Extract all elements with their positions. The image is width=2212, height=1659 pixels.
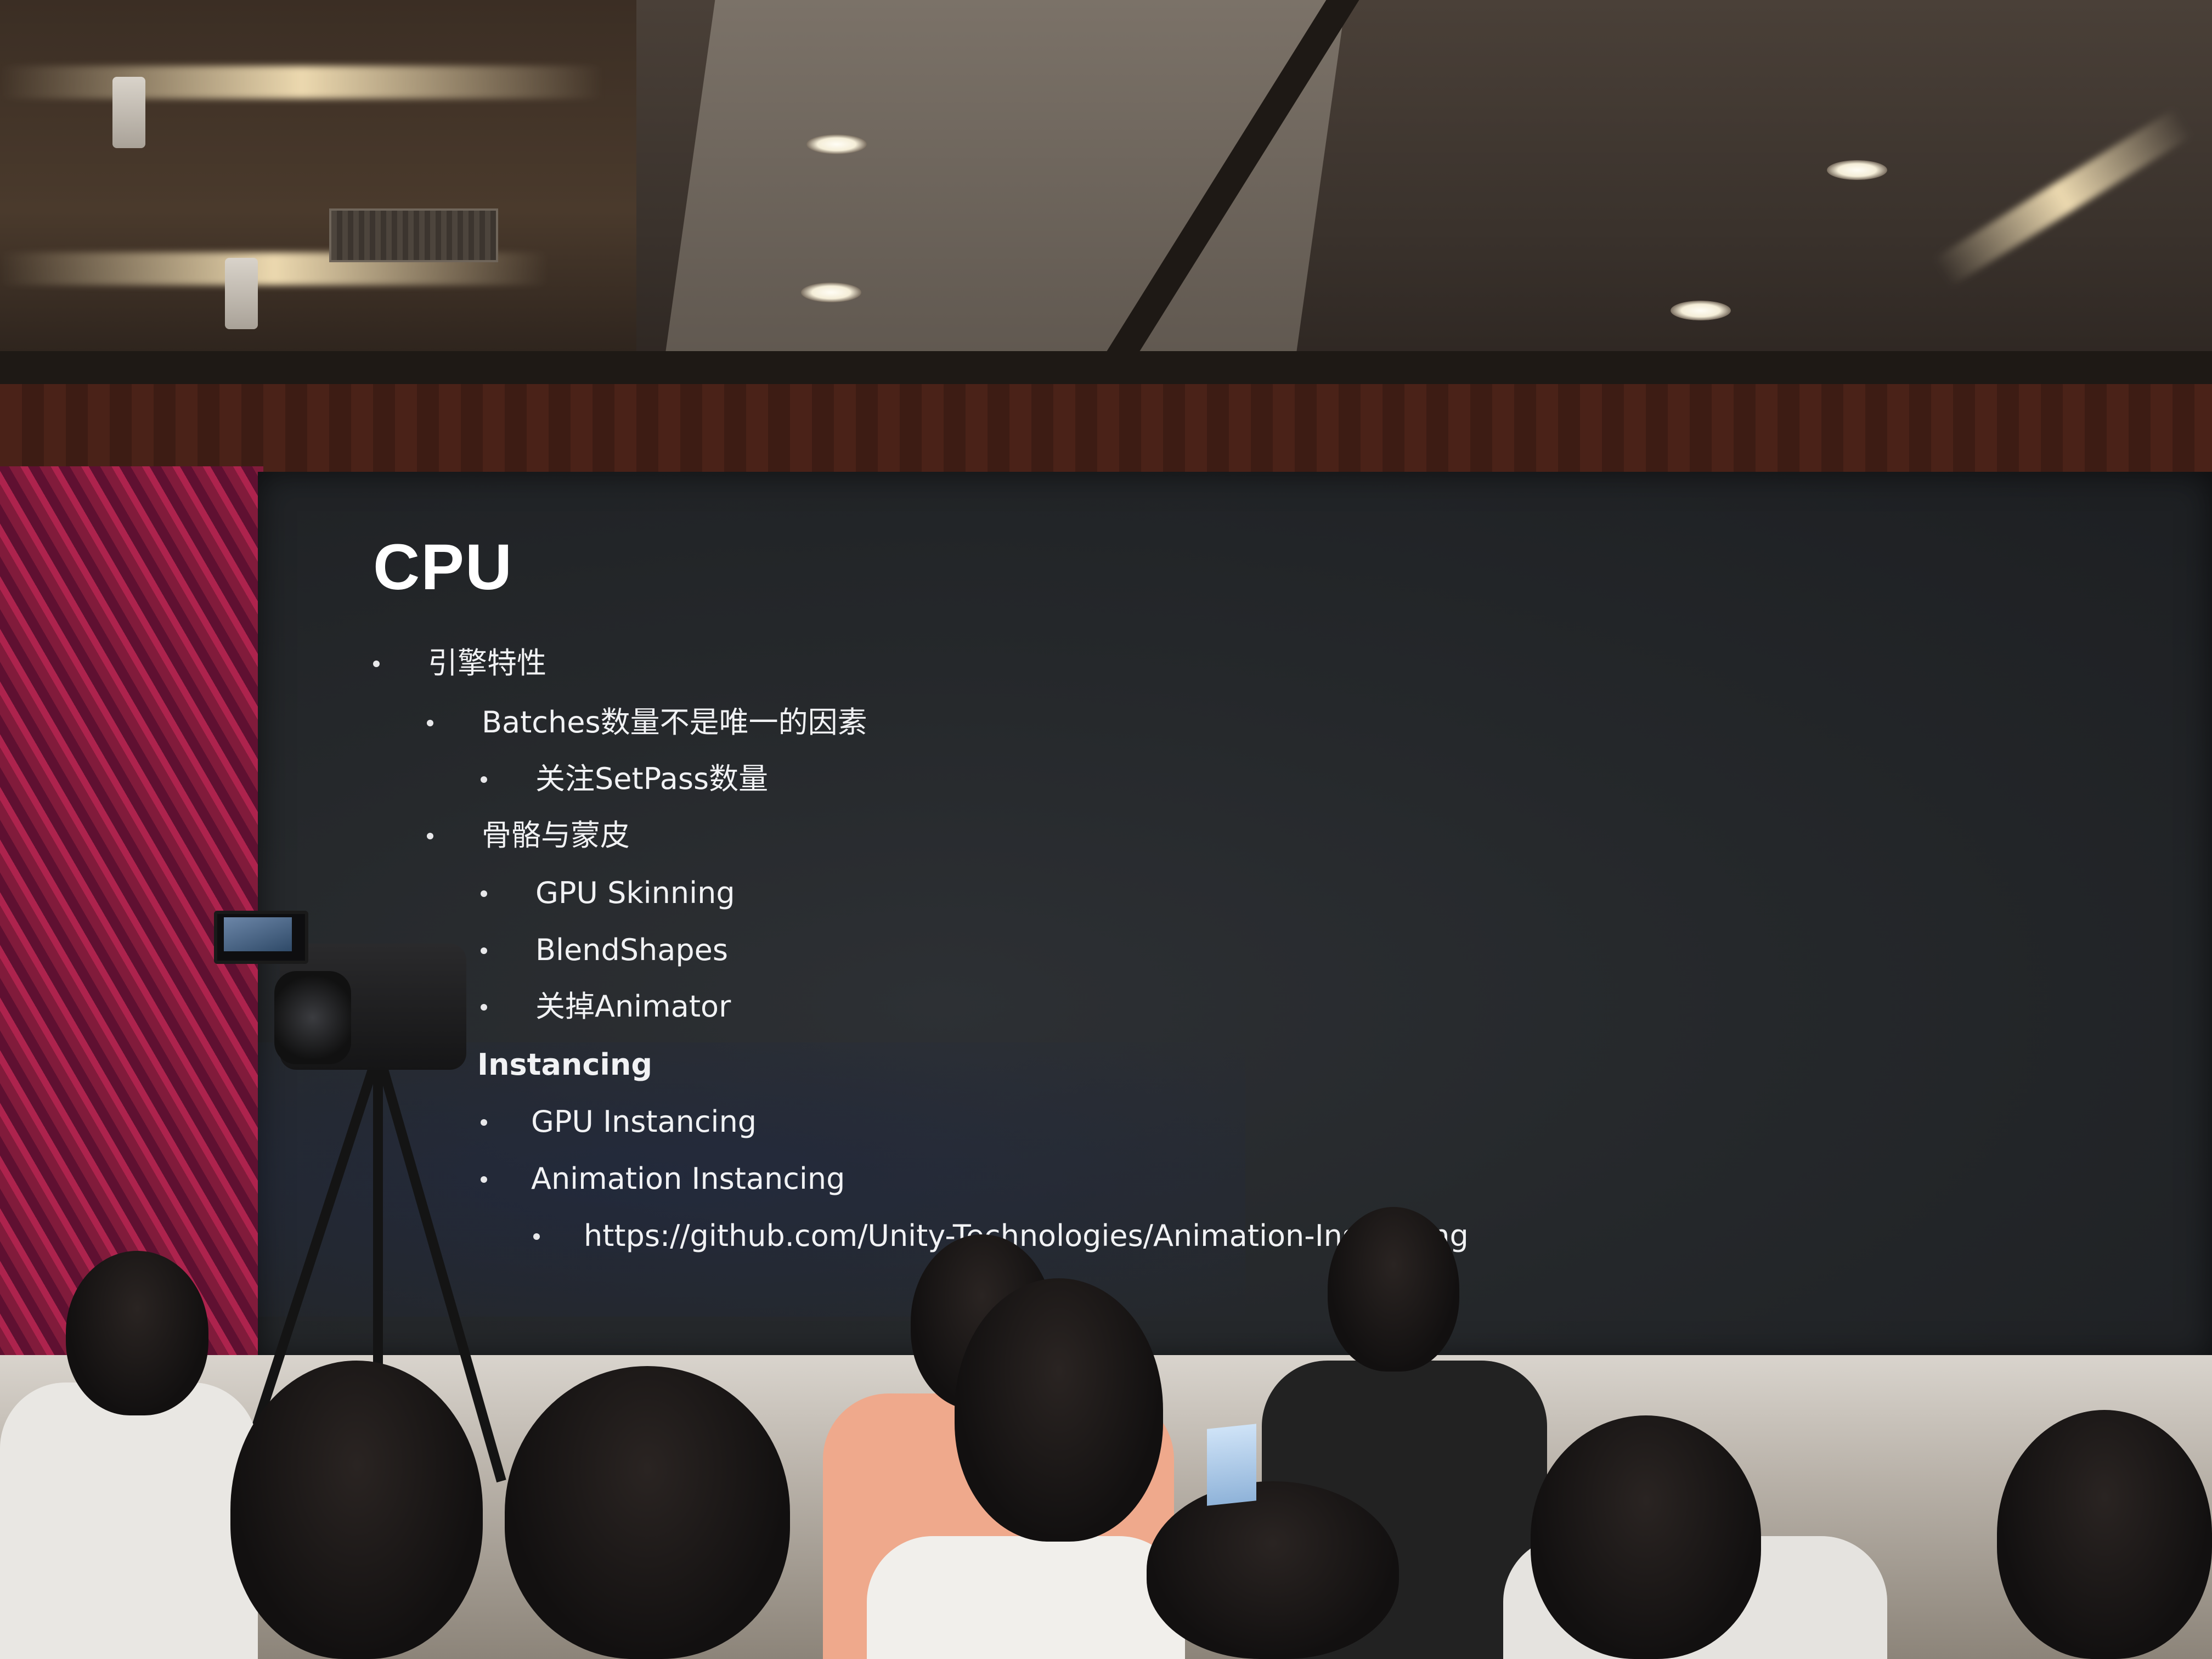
audience-member-shirt <box>867 1536 1185 1659</box>
bullet-dot <box>427 720 433 726</box>
slide-bullet-text: GPU Instancing <box>531 1104 757 1139</box>
ceiling-vent <box>329 208 498 262</box>
bullet-dot <box>533 1233 540 1240</box>
bullet-dot <box>481 947 487 954</box>
ceiling-spotlight <box>112 77 145 148</box>
audience-member-head <box>1531 1415 1761 1659</box>
audience-member-head <box>1147 1481 1399 1659</box>
audience-member-head <box>955 1278 1163 1542</box>
camera-lens <box>274 971 351 1064</box>
audience-member-head <box>1328 1207 1459 1372</box>
ceiling-light-strip <box>0 66 603 99</box>
bullet-dot <box>427 833 433 839</box>
ceiling-downlight <box>801 283 861 302</box>
slide-bullet-text: BlendShapes <box>535 933 728 967</box>
audience-member-head <box>230 1361 483 1659</box>
bullet-dot <box>481 1119 487 1126</box>
audience-member-head <box>66 1251 208 1415</box>
ceiling-left-section <box>0 0 636 351</box>
ceiling-downlight <box>1671 301 1731 320</box>
slide-title: CPU <box>373 531 514 603</box>
slide-bullet-text: Instancing <box>477 1047 652 1082</box>
audience-member-shirt <box>0 1383 258 1659</box>
slide-bullet-text: Batches数量不是唯一的因素 <box>482 705 867 740</box>
bullet-dot <box>481 776 487 783</box>
slide-bullet-text: 关注SetPass数量 <box>535 761 769 796</box>
ceiling-downlight <box>806 134 867 154</box>
audience-member-head <box>505 1366 790 1659</box>
bullet-dot <box>373 661 380 667</box>
slide-bullet-text: 关掉Animator <box>535 989 731 1024</box>
slide-bullet-text: 引擎特性 <box>428 646 546 680</box>
camera-monitor-display <box>224 917 292 951</box>
bullet-dot <box>481 1004 487 1011</box>
audience-member-head <box>1997 1410 2212 1659</box>
bullet-dot <box>481 1176 487 1183</box>
ceiling-downlight <box>1827 160 1887 180</box>
slide-bullet-text: Animation Instancing <box>531 1161 845 1196</box>
ceiling-spotlight <box>225 258 258 329</box>
slide-bullet-text: GPU Skinning <box>535 876 735 910</box>
conference-photo: CPU 引擎特性 Batches数量不是唯一的因素 关注SetPass数量 骨骼… <box>0 0 2212 1659</box>
slide-link-text: https://github.com/Unity-Technologies/An… <box>584 1218 1469 1253</box>
laptop-screen <box>1207 1424 1256 1506</box>
bullet-dot <box>481 890 487 897</box>
slide-bullet-text: 骨骼与蒙皮 <box>482 818 630 853</box>
